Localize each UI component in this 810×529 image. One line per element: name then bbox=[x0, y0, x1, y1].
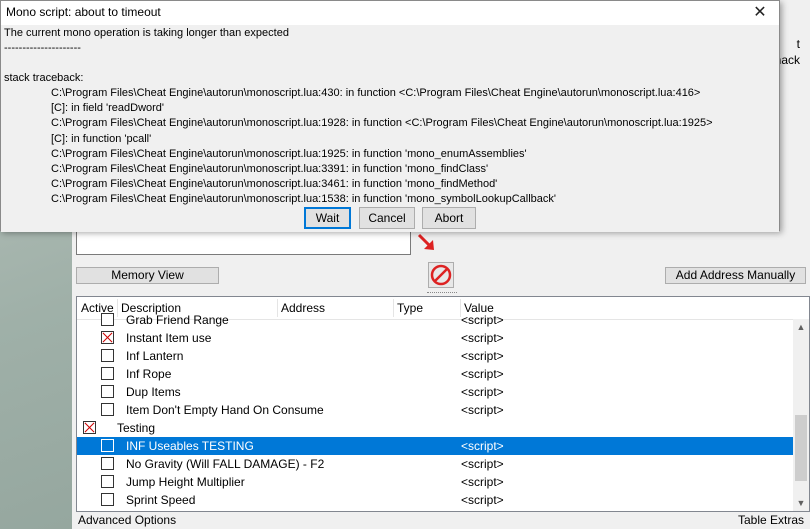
abort-button[interactable]: Abort bbox=[422, 207, 476, 229]
address-list[interactable]: Active Description Address Type Value Gr… bbox=[76, 296, 810, 512]
active-checkbox[interactable] bbox=[101, 439, 114, 452]
traceback-line: C:\Program Files\Cheat Engine\autorun\mo… bbox=[51, 193, 556, 206]
memory-view-button[interactable]: Memory View bbox=[76, 267, 219, 284]
row-value: <script> bbox=[461, 493, 504, 507]
row-description: Sprint Speed bbox=[126, 493, 196, 507]
scroll-thumb[interactable] bbox=[795, 415, 807, 481]
cancel-button[interactable]: Cancel bbox=[359, 207, 415, 229]
table-row[interactable]: Grab Friend Range <script> bbox=[77, 311, 793, 329]
add-address-manually-button[interactable]: Add Address Manually bbox=[665, 267, 806, 284]
table-row[interactable]: Inf Lantern <script> bbox=[77, 347, 793, 365]
active-checkbox[interactable] bbox=[101, 331, 114, 344]
table-row[interactable]: Jump Height Multiplier <script> bbox=[77, 473, 793, 491]
dialog-separator: --------------------- bbox=[4, 42, 81, 54]
row-description: Testing bbox=[117, 421, 156, 435]
no-entry-icon[interactable] bbox=[428, 262, 454, 288]
row-description: Jump Height Multiplier bbox=[126, 475, 245, 489]
status-bar: Advanced Options Table Extras bbox=[72, 512, 810, 529]
table-row[interactable]: No Gravity (Will FALL DAMAGE) - F2 <scrip… bbox=[77, 455, 793, 473]
traceback-line: C:\Program Files\Cheat Engine\autorun\mo… bbox=[51, 87, 701, 99]
row-value: <script> bbox=[461, 385, 504, 399]
row-value: <script> bbox=[461, 331, 504, 345]
dialog-body: The current mono operation is taking lon… bbox=[1, 25, 779, 232]
row-description: Grab Friend Range bbox=[126, 313, 229, 327]
timeout-dialog: Mono script: about to timeout ✕ The curr… bbox=[0, 0, 780, 232]
table-row[interactable]: Inf Rope <script> bbox=[77, 365, 793, 383]
table-row[interactable]: Instant Item use <script> bbox=[77, 329, 793, 347]
row-value: <script> bbox=[461, 349, 504, 363]
close-icon[interactable]: ✕ bbox=[745, 2, 775, 24]
scroll-up-icon[interactable]: ▲ bbox=[793, 319, 809, 335]
red-arrow-icon[interactable] bbox=[414, 229, 438, 255]
wait-button[interactable]: Wait bbox=[304, 207, 351, 229]
row-value: <script> bbox=[461, 403, 504, 417]
traceback-header: stack traceback: bbox=[4, 72, 84, 84]
row-description: Inf Lantern bbox=[126, 349, 184, 363]
active-checkbox[interactable] bbox=[101, 403, 114, 416]
row-description: INF Useables TESTING bbox=[126, 439, 254, 453]
traceback-line: C:\Program Files\Cheat Engine\autorun\mo… bbox=[51, 178, 498, 191]
row-description: No Gravity (Will FALL DAMAGE) - F2 bbox=[126, 457, 325, 471]
row-description: Instant Item use bbox=[126, 331, 212, 345]
active-checkbox[interactable] bbox=[101, 385, 114, 398]
traceback-line: C:\Program Files\Cheat Engine\autorun\mo… bbox=[51, 163, 489, 175]
traceback-line: C:\Program Files\Cheat Engine\autorun\mo… bbox=[51, 117, 713, 130]
traceback-line: [C]: in field 'readDword' bbox=[51, 102, 165, 115]
table-extras-link[interactable]: Table Extras bbox=[738, 513, 804, 527]
value-input[interactable] bbox=[76, 229, 411, 255]
active-checkbox[interactable] bbox=[83, 421, 96, 434]
scrollbar[interactable]: ▲ ▼ bbox=[793, 319, 809, 511]
active-checkbox[interactable] bbox=[101, 475, 114, 488]
table-row[interactable]: Dup Items <script> bbox=[77, 383, 793, 401]
scroll-down-icon[interactable]: ▼ bbox=[793, 495, 809, 511]
traceback-line: C:\Program Files\Cheat Engine\autorun\mo… bbox=[51, 147, 527, 160]
active-checkbox[interactable] bbox=[101, 493, 114, 506]
clipped-text: t bbox=[796, 37, 800, 51]
table-row[interactable]: Sprint Speed <script> bbox=[77, 491, 793, 509]
active-checkbox[interactable] bbox=[101, 457, 114, 470]
table-row[interactable]: Item Don't Empty Hand On Consume <script> bbox=[77, 401, 793, 419]
table-row[interactable]: INF Useables TESTING <script> bbox=[77, 437, 793, 455]
dialog-message: The current mono operation is taking lon… bbox=[4, 27, 289, 39]
active-checkbox[interactable] bbox=[101, 349, 114, 362]
table-row[interactable]: Testing bbox=[77, 419, 793, 437]
row-description: Inf Rope bbox=[126, 367, 172, 381]
row-description: Dup Items bbox=[126, 385, 181, 399]
row-value: <script> bbox=[461, 313, 504, 327]
row-description: Item Don't Empty Hand On Consume bbox=[126, 403, 324, 417]
row-value: <script> bbox=[461, 367, 504, 381]
traceback-line: [C]: in function 'pcall' bbox=[51, 132, 152, 145]
row-value: <script> bbox=[461, 439, 504, 453]
row-value: <script> bbox=[461, 457, 504, 471]
active-checkbox[interactable] bbox=[101, 367, 114, 380]
row-value: <script> bbox=[461, 475, 504, 489]
dialog-title: Mono script: about to timeout bbox=[6, 5, 161, 19]
advanced-options-link[interactable]: Advanced Options bbox=[78, 513, 176, 527]
active-checkbox[interactable] bbox=[101, 313, 114, 326]
